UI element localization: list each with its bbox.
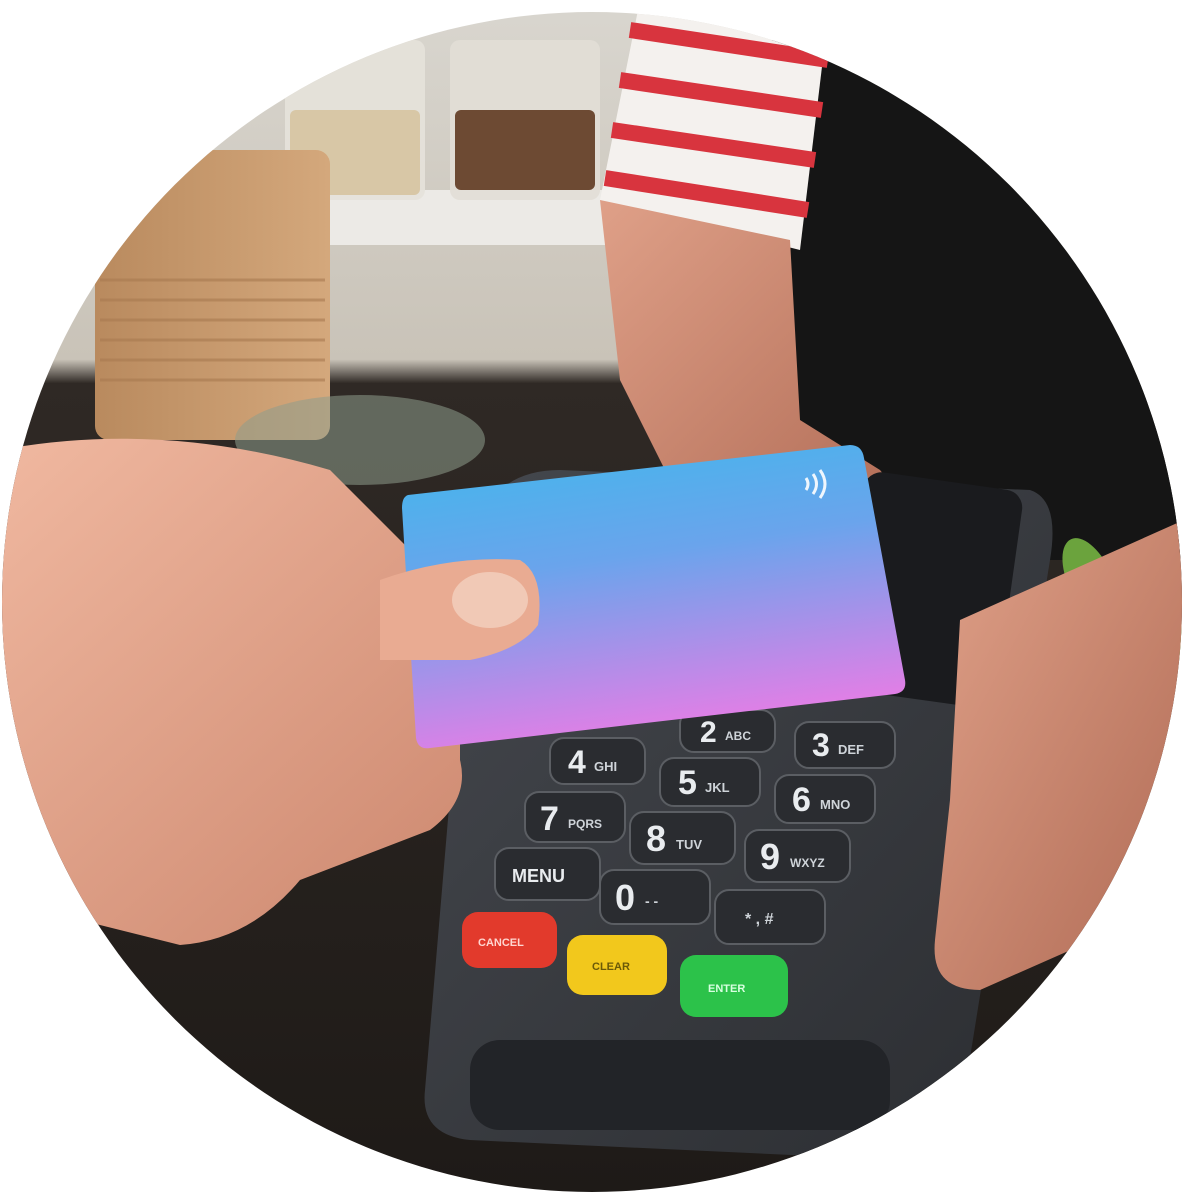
key-3-letters: DEF <box>838 742 864 757</box>
clear-button-label: CLEAR <box>592 961 630 973</box>
key-menu-label: MENU <box>512 866 565 886</box>
key-6-letters: MNO <box>820 797 850 812</box>
enter-button-label: ENTER <box>708 983 745 995</box>
thumbnail <box>452 572 528 628</box>
key-5-letters: JKL <box>705 780 730 795</box>
key-7-label: 7 <box>540 800 559 838</box>
key-3-label: 3 <box>812 727 830 763</box>
key-6-label: 6 <box>792 781 811 819</box>
key-8-letters: TUV <box>676 837 702 852</box>
photo-stage: 2 ABC 3 DEF 4 GHI 5 JKL 6 MNO 7 PQRS 8 T… <box>0 0 1184 1198</box>
key-dot-label: * , # <box>745 911 774 928</box>
key-7-letters: PQRS <box>568 817 602 831</box>
key-0-letters: - - <box>645 893 659 909</box>
jar-coffee-contents <box>455 110 595 190</box>
terminal-base <box>470 1040 890 1130</box>
paper-cups <box>95 150 330 440</box>
payment-photo: 2 ABC 3 DEF 4 GHI 5 JKL 6 MNO 7 PQRS 8 T… <box>2 12 1182 1192</box>
key-0-label: 0 <box>615 877 635 918</box>
key-8-label: 8 <box>646 818 666 859</box>
key-2-label: 2 <box>700 716 717 749</box>
key-4-label: 4 <box>568 744 586 780</box>
key-4-letters: GHI <box>594 759 617 774</box>
key-9-label: 9 <box>760 836 780 877</box>
cancel-button-label: CANCEL <box>478 937 524 949</box>
key-5-label: 5 <box>678 764 697 802</box>
key-9-letters: WXYZ <box>790 856 825 870</box>
key-2-letters: ABC <box>725 729 751 743</box>
